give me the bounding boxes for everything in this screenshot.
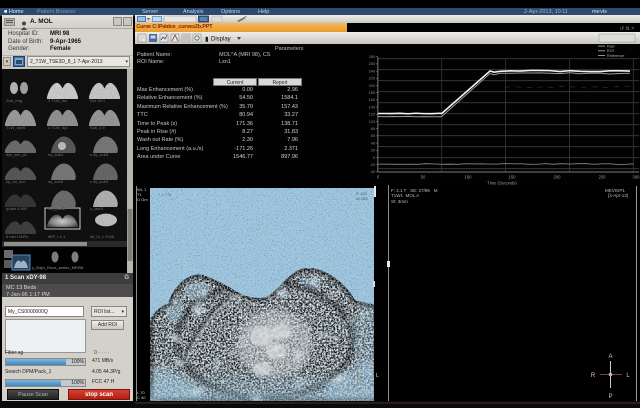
svg-text:20: 20 bbox=[371, 149, 375, 153]
svg-text:W 256: W 256 bbox=[356, 196, 368, 201]
svg-text:150: 150 bbox=[509, 175, 517, 180]
svg-text:▮: ▮ bbox=[205, 36, 209, 43]
svg-text:Display: Display bbox=[211, 37, 231, 43]
svg-text:260: 260 bbox=[369, 62, 375, 66]
svg-text:200: 200 bbox=[369, 84, 375, 88]
svg-text:280: 280 bbox=[369, 55, 375, 59]
svg-text:Raw: Raw bbox=[607, 45, 615, 49]
svg-text:40: 40 bbox=[371, 141, 375, 145]
svg-text:-40: -40 bbox=[370, 170, 376, 174]
svg-text:240: 240 bbox=[369, 69, 375, 73]
svg-text:Reference: Reference bbox=[607, 54, 625, 58]
svg-text:R: R bbox=[591, 373, 596, 379]
svg-text:P: P bbox=[608, 394, 612, 400]
svg-text:300: 300 bbox=[633, 175, 640, 180]
svg-text:80: 80 bbox=[371, 127, 375, 131]
svg-text:0: 0 bbox=[373, 156, 375, 160]
svg-text:250: 250 bbox=[599, 175, 607, 180]
svg-text:220: 220 bbox=[369, 77, 375, 81]
svg-text:120: 120 bbox=[369, 113, 375, 117]
svg-text:180: 180 bbox=[369, 91, 375, 95]
svg-text:0: 0 bbox=[377, 175, 380, 180]
svg-text:+ 1.77s: + 1.77s bbox=[158, 192, 171, 197]
svg-text:200: 200 bbox=[554, 175, 562, 180]
svg-text:100: 100 bbox=[465, 175, 473, 180]
svg-text:60: 60 bbox=[371, 134, 375, 138]
svg-text:L: L bbox=[626, 373, 630, 379]
svg-text:y_5dyn_Roca_series_MRI98: y_5dyn_Roca_series_MRI98 bbox=[32, 265, 84, 270]
svg-text:A: A bbox=[608, 354, 612, 360]
svg-text:-20: -20 bbox=[370, 163, 376, 167]
svg-text:50: 50 bbox=[421, 175, 426, 180]
svg-text:100: 100 bbox=[369, 120, 375, 124]
svg-text:ROI: ROI bbox=[607, 49, 614, 53]
svg-text:160: 160 bbox=[369, 98, 375, 102]
svg-text:O: O bbox=[337, 377, 342, 383]
svg-text:140: 140 bbox=[369, 105, 375, 109]
svg-text:F: F bbox=[357, 377, 361, 383]
